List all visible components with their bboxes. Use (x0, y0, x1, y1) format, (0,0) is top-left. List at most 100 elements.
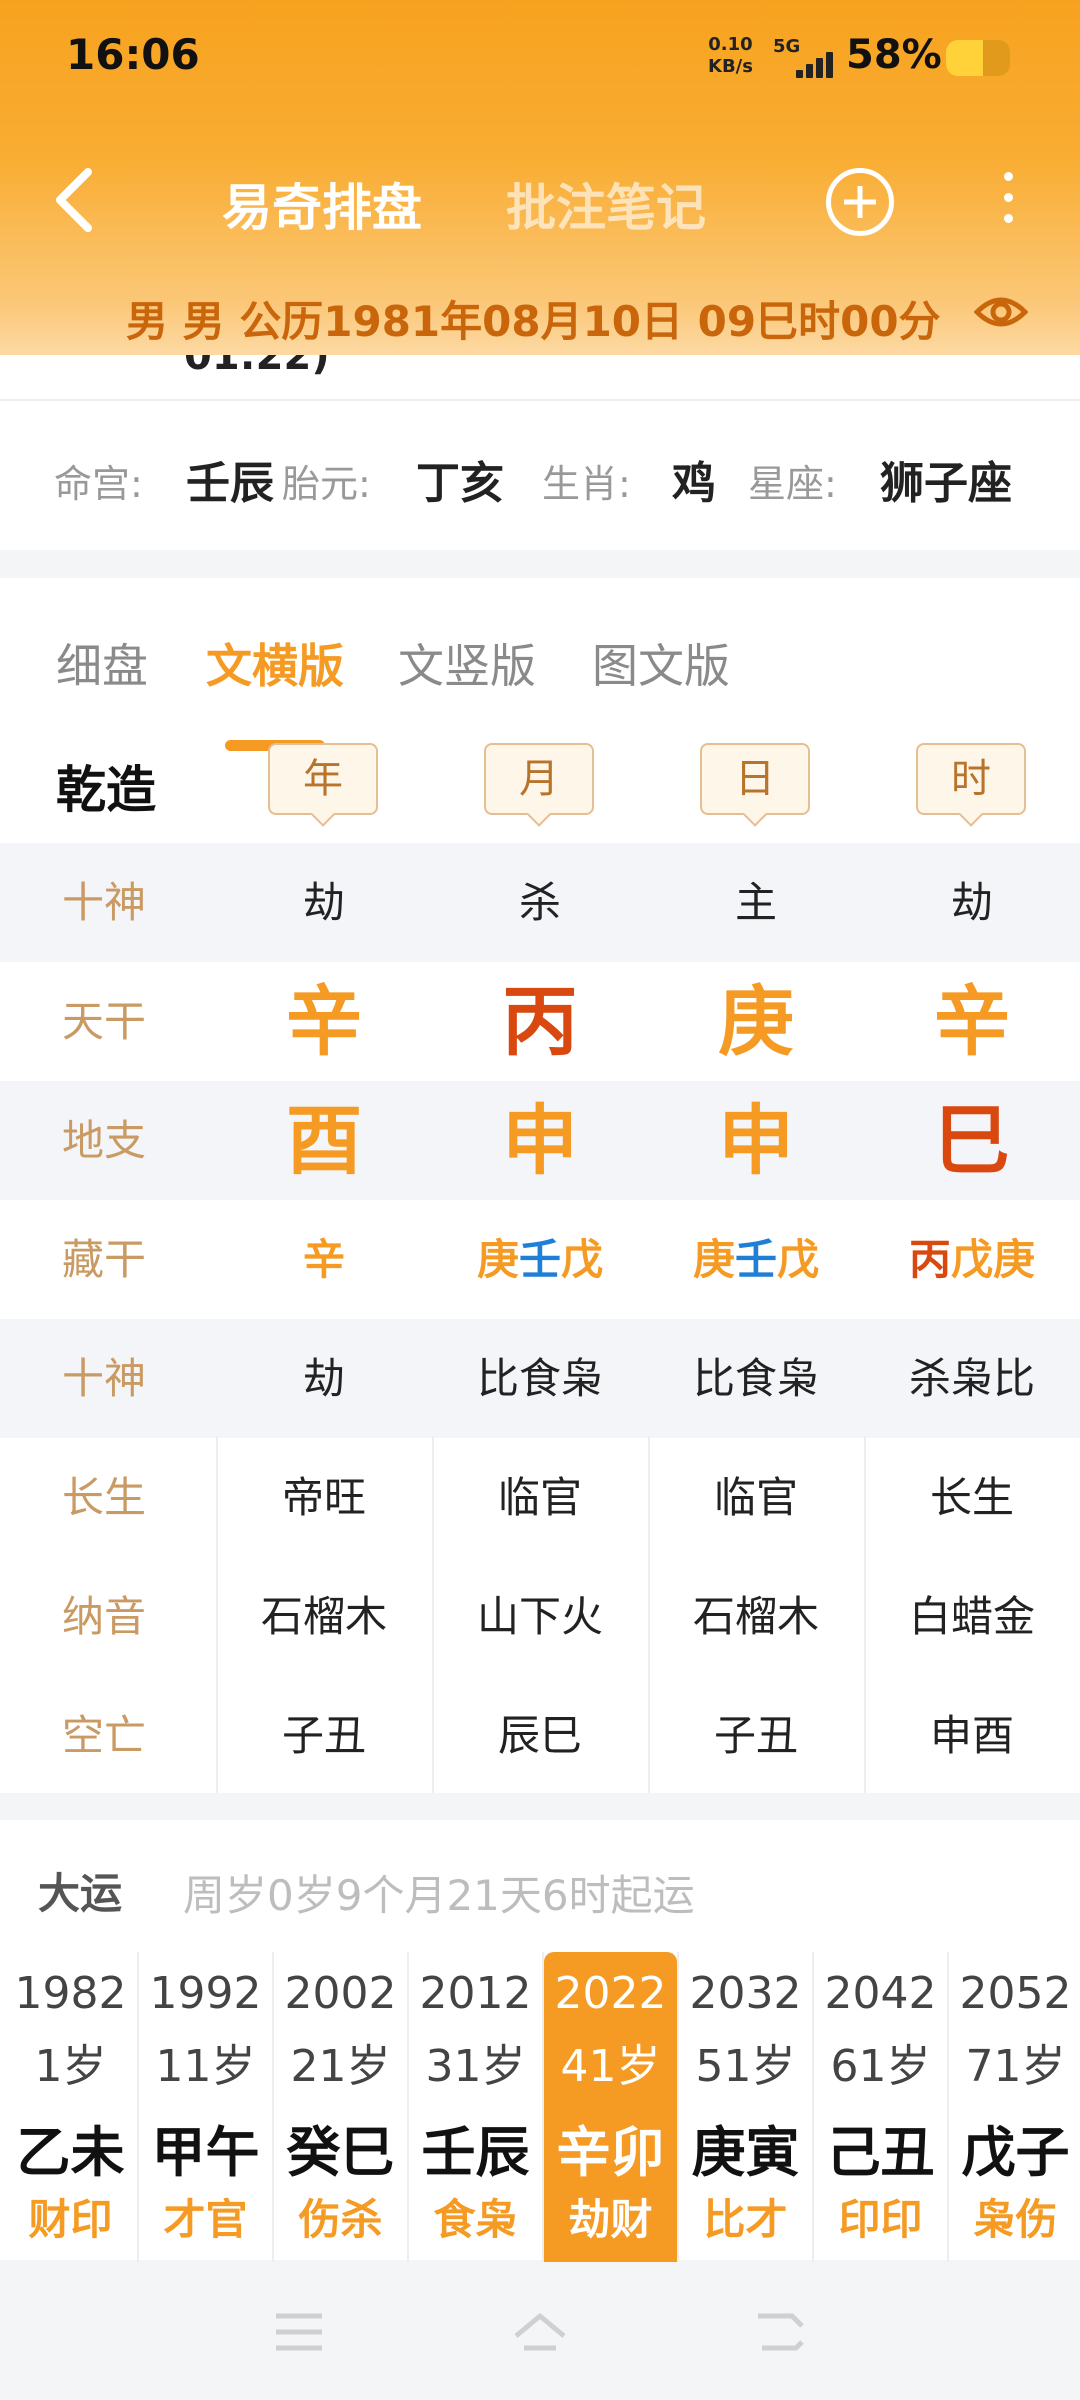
battery-icon (946, 40, 1010, 76)
dayun-ganzhi: 庚寅 (691, 2121, 800, 2184)
canggan-cell: 丙戊庚 (864, 1200, 1080, 1319)
system-nav-bar (0, 2262, 1080, 2400)
cell: 巳 (934, 1096, 1010, 1185)
dayun-separator (812, 1952, 814, 2262)
grid-line (648, 1436, 650, 1793)
grid-line (432, 1436, 434, 1793)
dayun-year: 1982 (14, 1968, 127, 2019)
minggong-label: 命宫: (54, 462, 143, 506)
truncated-text: 01:22) (184, 355, 330, 379)
cell: 比食枭 (692, 1354, 819, 1403)
cell: 辰巳 (497, 1711, 582, 1760)
dayun-item[interactable]: 2042 61岁 己丑 印印 (814, 1952, 947, 2262)
back-nav-icon[interactable] (752, 2310, 808, 2354)
tab-tuwen[interactable]: 图文版 (592, 630, 730, 696)
dayun-shishen: 比才 (703, 2195, 788, 2244)
pillar-hour: 时 (916, 743, 1026, 815)
dayun-age: 31岁 (425, 2041, 526, 2092)
dayun-separator (542, 1952, 544, 2262)
canggan-char: 庚 (476, 1235, 519, 1284)
add-icon[interactable] (826, 168, 894, 236)
tab-wenheng[interactable]: 文横版 (206, 630, 344, 696)
cell: 比食枭 (476, 1354, 603, 1403)
pillar-year: 年 (268, 743, 378, 815)
row-shishen: 十神 劫 杀 主 劫 (0, 843, 1080, 962)
dayun-ganzhi: 乙未 (16, 2121, 125, 2184)
dayun-item[interactable]: 2032 51岁 庚寅 比才 (679, 1952, 812, 2262)
back-icon[interactable] (48, 164, 104, 236)
cell: 长生 (929, 1473, 1014, 1522)
row-shishen-bottom: 十神 劫 比食枭 比食枭 杀枭比 (0, 1319, 1080, 1438)
dayun-item[interactable]: 2002 21岁 癸巳 伤杀 (274, 1952, 407, 2262)
minggong-value: 壬辰 (186, 458, 274, 509)
dayun-age: 21岁 (290, 2041, 391, 2092)
cell: 劫 (950, 878, 993, 927)
cell: 申酉 (929, 1711, 1014, 1760)
tab-xipan[interactable]: 细盘 (56, 630, 148, 696)
dayun-separator (272, 1952, 274, 2262)
canggan-char: 戊 (950, 1235, 993, 1284)
cell: 申 (502, 1096, 578, 1185)
birth-info: 男 男 公历1981年08月10日 09巳时00分 (126, 297, 941, 346)
dayun-item[interactable]: 2012 31岁 壬辰 食枭 (409, 1952, 542, 2262)
dayun-year: 2012 (419, 1968, 532, 2019)
cell: 临官 (497, 1473, 582, 1522)
dayun-item[interactable]: 1992 11岁甲午才官 (139, 1952, 272, 2262)
network-speed-value: 0.10 (708, 34, 753, 55)
pillar-day: 日 (700, 743, 810, 815)
tab-paipan[interactable]: 易奇排盘 (222, 168, 422, 240)
row-nayin: 纳音 石榴木 山下火 石榴木 白蜡金 (0, 1557, 1080, 1676)
battery-percent: 58% (846, 32, 942, 78)
dayun-age: 1岁 (34, 2041, 107, 2092)
cell: 丙 (502, 977, 578, 1066)
dayun-item[interactable]: 2022 41岁 辛卯 劫财 (544, 1952, 677, 2262)
canggan-cell: 庚壬戊 (432, 1200, 648, 1319)
cell: 石榴木 (260, 1592, 387, 1641)
xingzuo-label: 星座: (748, 462, 837, 506)
tab-wenshu[interactable]: 文竖版 (398, 630, 536, 696)
dayun-separator (677, 1952, 679, 2262)
dayun-age: 11岁 (155, 2041, 256, 2092)
dayun-item[interactable]: 2052 71岁 戊子 枭伤 (949, 1952, 1080, 2262)
row-label: 天干 (62, 997, 147, 1046)
canggan-char: 庚 (993, 1235, 1036, 1284)
signal-icon (790, 48, 838, 78)
dayun-shishen: 枭伤 (973, 2195, 1058, 2244)
eye-icon[interactable] (973, 292, 1029, 332)
cell: 子丑 (281, 1711, 366, 1760)
dayun-separator (947, 1952, 949, 2262)
network-speed-unit: KB/s (708, 56, 753, 77)
dayun-ganzhi: 甲午 (151, 2121, 260, 2184)
tab-notes[interactable]: 批注笔记 (506, 168, 706, 240)
cell: 杀 (518, 878, 561, 927)
taiyuan-label: 胎元: (282, 462, 371, 506)
bazi-card: 细盘 文横版 文竖版 图文版 乾造 年 月 日 时 十神 劫 杀 主 劫 天干 … (0, 578, 1080, 1793)
pillar-month: 月 (484, 743, 594, 815)
xingzuo-value: 狮子座 (880, 458, 1012, 509)
cell: 辛 (286, 977, 362, 1066)
more-icon[interactable] (998, 168, 1018, 236)
dayun-separator (407, 1952, 409, 2262)
row-label: 藏干 (62, 1235, 147, 1284)
info-card: 01:22) 命宫: 壬辰 胎元: 丁亥 生肖: 鸡 星座: 狮子座 (0, 355, 1080, 550)
home-icon[interactable] (510, 2310, 570, 2354)
dayun-shishen: 才官 (163, 2195, 248, 2244)
dayun-year: 2052 (959, 1968, 1072, 2019)
canggan-char: 壬 (518, 1235, 561, 1284)
cell: 主 (734, 878, 777, 927)
cell: 杀枭比 (908, 1354, 1035, 1403)
dayun-age: 51岁 (695, 2041, 796, 2092)
menu-icon[interactable] (272, 2310, 326, 2354)
gender-label: 乾造 (56, 761, 156, 819)
cell: 帝旺 (281, 1473, 366, 1522)
row-label: 纳音 (62, 1592, 147, 1641)
dayun-year: 1992 (149, 1968, 262, 2019)
cell: 白蜡金 (908, 1592, 1035, 1641)
dayun-year: 2022 (554, 1968, 667, 2019)
row-label: 十神 (62, 878, 147, 927)
top-nav: 易奇排盘 批注笔记 (0, 150, 1080, 250)
row-canggan: 藏干 辛 庚壬戊 庚壬戊 丙戊庚 (0, 1200, 1080, 1319)
row-label: 长生 (62, 1473, 147, 1522)
dayun-item[interactable]: 1982 1岁 乙未 财印 (4, 1952, 137, 2262)
dayun-ganzhi: 辛卯 (556, 2121, 665, 2184)
